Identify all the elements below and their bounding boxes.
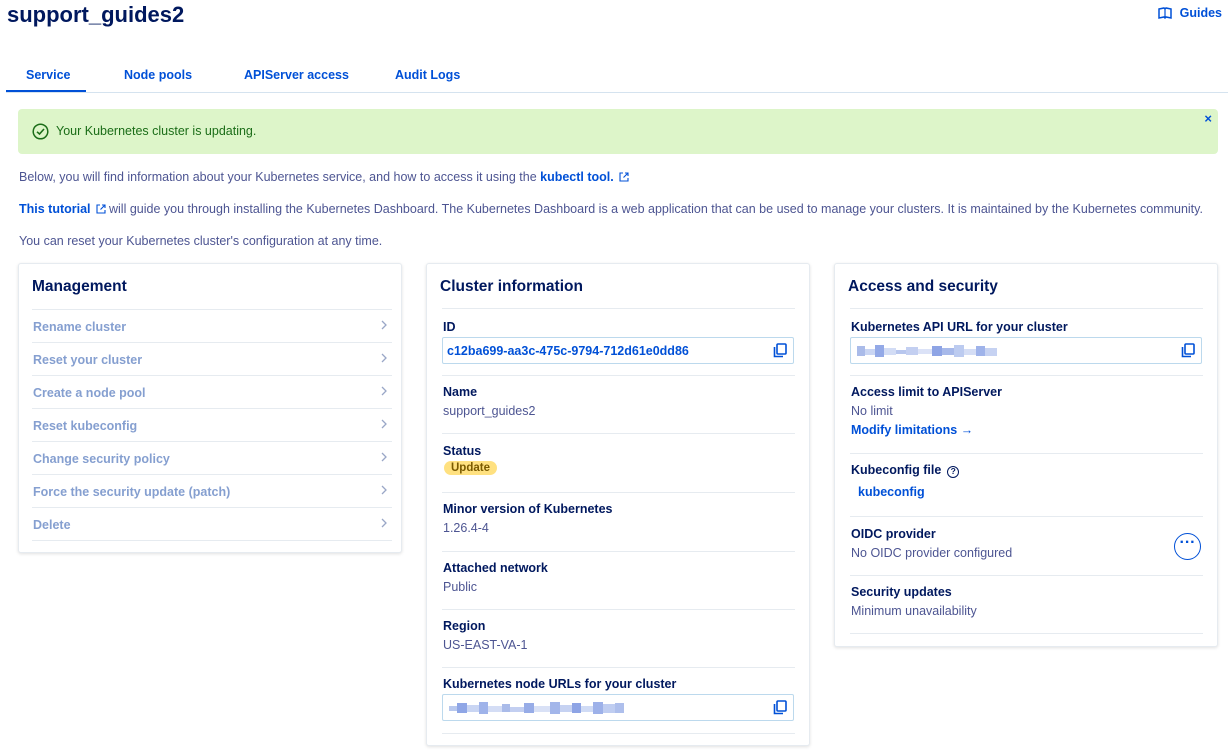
item-label: Reset kubeconfig bbox=[33, 419, 138, 433]
chevron-right-icon bbox=[381, 518, 387, 528]
reset-kubeconfig-button[interactable]: Reset kubeconfig bbox=[32, 408, 392, 441]
region-label: Region bbox=[443, 619, 486, 633]
help-icon[interactable]: ? bbox=[947, 466, 960, 478]
access-security-card: Access and security Kubernetes API URL f… bbox=[834, 263, 1218, 647]
book-icon bbox=[1157, 7, 1172, 19]
kubeconfig-tile: Kubeconfig file? kubeconfig bbox=[850, 454, 1203, 517]
id-label: ID bbox=[443, 320, 456, 334]
intro-line-2: This tutorial will guide you through ins… bbox=[19, 202, 1203, 216]
chevron-right-icon bbox=[381, 452, 387, 462]
chevron-right-icon bbox=[381, 353, 387, 363]
api-url-tile: Kubernetes API URL for your cluster bbox=[850, 308, 1203, 376]
item-label: Delete bbox=[33, 518, 71, 532]
copy-icon[interactable] bbox=[773, 343, 787, 358]
item-label: Reset your cluster bbox=[33, 353, 143, 367]
check-circle-icon bbox=[32, 123, 49, 140]
id-tile: ID c12ba699-aa3c-475c-9794-712d61e0dd86 bbox=[442, 308, 795, 376]
guides-label: Guides bbox=[1179, 6, 1222, 20]
kubectl-link[interactable]: kubectl tool. bbox=[540, 170, 614, 184]
chevron-right-icon bbox=[381, 485, 387, 495]
region-tile: Region US-EAST-VA-1 bbox=[442, 610, 795, 668]
status-label: Status bbox=[443, 444, 482, 458]
modify-limitations-link[interactable]: Modify limitations → bbox=[851, 423, 973, 437]
external-link-icon bbox=[619, 172, 629, 182]
intro-text-1: Below, you will find information about y… bbox=[19, 170, 541, 184]
tab-bar: Service Node pools APIServer access Audi… bbox=[6, 62, 1228, 93]
id-field: c12ba699-aa3c-475c-9794-712d61e0dd86 bbox=[442, 337, 794, 364]
oidc-value: No OIDC provider configured bbox=[851, 546, 1013, 560]
cluster-id-value: c12ba699-aa3c-475c-9794-712d61e0dd86 bbox=[447, 344, 689, 358]
intro-line-1: Below, you will find information about y… bbox=[19, 170, 629, 184]
item-label: Force the security update (patch) bbox=[33, 485, 231, 499]
tab-audit-logs[interactable]: Audit Logs bbox=[395, 68, 460, 82]
name-value: support_guides2 bbox=[443, 404, 536, 418]
success-alert: Your Kubernetes cluster is updating. × bbox=[18, 109, 1218, 154]
security-updates-value: Minimum unavailability bbox=[851, 604, 977, 618]
region-value: US-EAST-VA-1 bbox=[443, 638, 528, 652]
intro-line-3: You can reset your Kubernetes cluster's … bbox=[19, 234, 383, 248]
tab-apiserver-access[interactable]: APIServer access bbox=[244, 68, 349, 82]
kubeconfig-label: Kubeconfig file? bbox=[851, 463, 960, 478]
tab-service[interactable]: Service bbox=[26, 68, 70, 82]
node-urls-label: Kubernetes node URLs for your cluster bbox=[443, 677, 677, 691]
cluster-information-card: Cluster information ID c12ba699-aa3c-475… bbox=[426, 263, 810, 746]
redacted-value bbox=[857, 345, 997, 357]
change-security-policy-button[interactable]: Change security policy bbox=[32, 441, 392, 474]
create-node-pool-button[interactable]: Create a node pool bbox=[32, 375, 392, 408]
force-security-update-button[interactable]: Force the security update (patch) bbox=[32, 474, 392, 507]
version-label: Minor version of Kubernetes bbox=[443, 502, 613, 516]
item-label: Change security policy bbox=[33, 452, 170, 466]
access-limit-tile: Access limit to APIServer No limit Modif… bbox=[850, 376, 1203, 454]
node-urls-field bbox=[442, 694, 794, 721]
tutorial-link[interactable]: This tutorial bbox=[19, 202, 91, 216]
cluster-information-title: Cluster information bbox=[440, 278, 583, 295]
rename-cluster-button[interactable]: Rename cluster bbox=[32, 309, 392, 342]
close-icon[interactable]: × bbox=[1204, 111, 1212, 126]
kubeconfig-download-link[interactable]: kubeconfig bbox=[858, 485, 925, 499]
chevron-right-icon bbox=[381, 320, 387, 330]
item-label: Rename cluster bbox=[33, 320, 127, 334]
name-label: Name bbox=[443, 385, 478, 399]
oidc-tile: OIDC provider No OIDC provider configure… bbox=[850, 517, 1203, 576]
active-tab-indicator bbox=[6, 90, 86, 92]
copy-icon[interactable] bbox=[773, 700, 787, 715]
tab-node-pools[interactable]: Node pools bbox=[124, 68, 192, 82]
divider bbox=[32, 540, 392, 541]
item-label: Create a node pool bbox=[33, 386, 146, 400]
network-tile: Attached network Public bbox=[442, 552, 795, 610]
access-limit-label: Access limit to APIServer bbox=[851, 385, 1002, 399]
name-tile: Name support_guides2 bbox=[442, 376, 795, 434]
external-link-icon bbox=[95, 204, 106, 214]
version-tile: Minor version of Kubernetes 1.26.4-4 bbox=[442, 493, 795, 552]
management-title: Management bbox=[32, 278, 127, 295]
security-updates-label: Security updates bbox=[851, 585, 952, 599]
management-card: Management Rename cluster Reset your clu… bbox=[18, 263, 402, 553]
delete-cluster-button[interactable]: Delete bbox=[32, 507, 392, 540]
node-urls-tile: Kubernetes node URLs for your cluster bbox=[442, 668, 795, 734]
oidc-menu-button[interactable]: ··· bbox=[1174, 533, 1201, 560]
security-updates-tile: Security updates Minimum unavailability bbox=[850, 576, 1203, 634]
redacted-value bbox=[449, 702, 624, 714]
api-url-label: Kubernetes API URL for your cluster bbox=[851, 320, 1068, 334]
version-value: 1.26.4-4 bbox=[443, 521, 489, 535]
page-title: support_guides2 bbox=[7, 2, 185, 27]
network-label: Attached network bbox=[443, 561, 548, 575]
status-badge: Update bbox=[444, 461, 497, 475]
status-tile: Status Update bbox=[442, 434, 795, 493]
guides-link[interactable]: Guides bbox=[1157, 6, 1222, 20]
reset-cluster-button[interactable]: Reset your cluster bbox=[32, 342, 392, 375]
alert-message: Your Kubernetes cluster is updating. bbox=[56, 124, 257, 138]
copy-icon[interactable] bbox=[1181, 343, 1195, 358]
api-url-field bbox=[850, 337, 1202, 364]
access-security-title: Access and security bbox=[848, 278, 998, 295]
network-value: Public bbox=[443, 580, 478, 594]
access-limit-value: No limit bbox=[851, 404, 893, 418]
intro-text-2: will guide you through installing the Ku… bbox=[105, 202, 1203, 216]
oidc-label: OIDC provider bbox=[851, 527, 936, 541]
kubeconfig-label-text: Kubeconfig file bbox=[851, 463, 942, 477]
chevron-right-icon bbox=[381, 419, 387, 429]
chevron-right-icon bbox=[381, 386, 387, 396]
